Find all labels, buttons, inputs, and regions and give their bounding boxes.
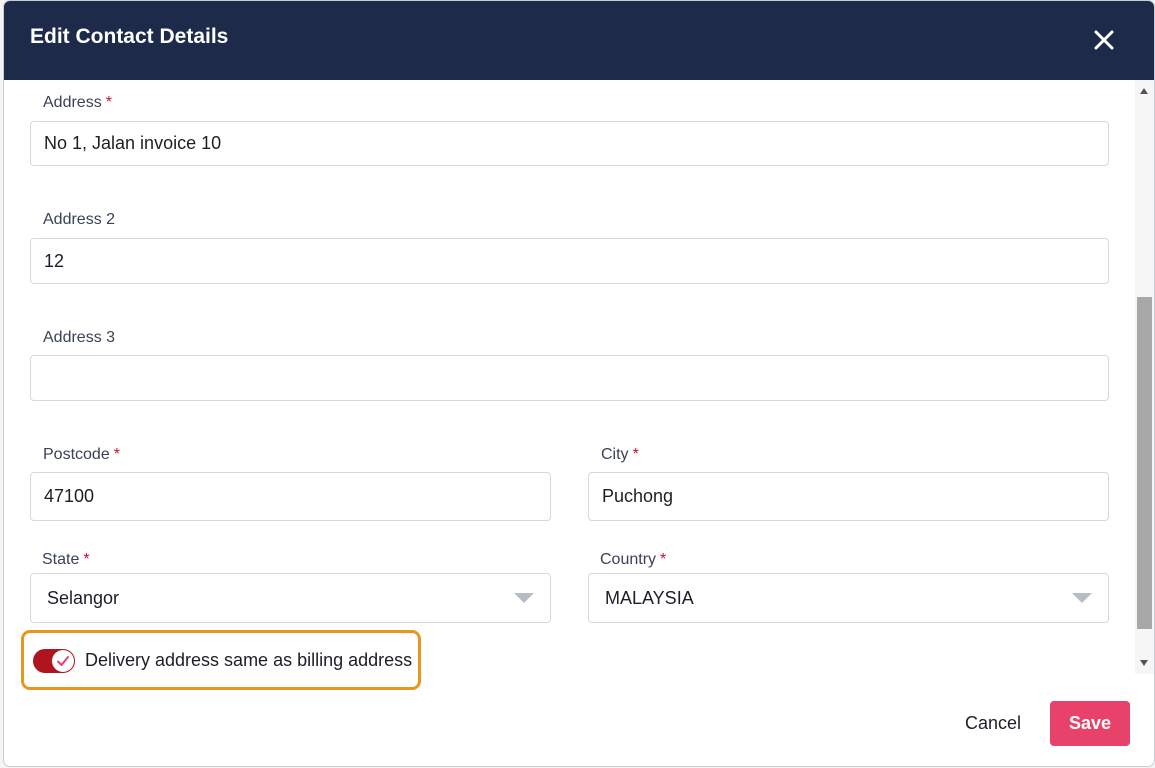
required-mark: * bbox=[632, 446, 639, 463]
address2-input[interactable]: 12 bbox=[30, 238, 1109, 284]
city-label: City * bbox=[601, 446, 639, 463]
country-select[interactable]: MALAYSIA bbox=[588, 573, 1109, 623]
dialog-header: Edit Contact Details bbox=[4, 1, 1154, 80]
scroll-down-arrow-icon[interactable] bbox=[1140, 660, 1148, 666]
required-mark: * bbox=[660, 551, 667, 568]
delivery-same-highlight: Delivery address same as billing address bbox=[21, 630, 421, 690]
scrollbar[interactable] bbox=[1135, 80, 1154, 674]
postcode-label: Postcode * bbox=[43, 446, 120, 463]
cancel-button[interactable]: Cancel bbox=[949, 701, 1037, 745]
city-value: Puchong bbox=[602, 486, 674, 506]
address-value: No 1, Jalan invoice 10 bbox=[44, 133, 222, 153]
close-icon bbox=[1094, 30, 1114, 50]
address-label: Address * bbox=[43, 94, 112, 111]
address3-label: Address 3 bbox=[43, 329, 116, 346]
dropdown-arrow-icon bbox=[1072, 593, 1092, 603]
edit-contact-dialog: Edit Contact Details Address * No 1, Jala… bbox=[4, 1, 1154, 766]
delivery-same-label: Delivery address same as billing address bbox=[85, 650, 413, 670]
close-button[interactable] bbox=[1087, 23, 1121, 57]
toggle-knob bbox=[52, 650, 74, 672]
dropdown-arrow-icon bbox=[514, 593, 534, 603]
country-value: MALAYSIA bbox=[605, 587, 694, 608]
city-input[interactable]: Puchong bbox=[588, 472, 1109, 521]
postcode-value: 47100 bbox=[44, 486, 95, 506]
required-mark: * bbox=[83, 551, 90, 568]
address3-input[interactable] bbox=[30, 355, 1109, 401]
address2-label: Address 2 bbox=[43, 211, 116, 228]
postcode-input[interactable]: 47100 bbox=[30, 472, 551, 521]
scroll-up-arrow-icon[interactable] bbox=[1140, 88, 1148, 94]
save-button[interactable]: Save bbox=[1050, 701, 1130, 746]
state-label: State * bbox=[42, 551, 90, 568]
state-select[interactable]: Selangor bbox=[30, 573, 551, 623]
country-label: Country * bbox=[600, 551, 667, 568]
required-mark: * bbox=[113, 446, 120, 463]
check-icon bbox=[57, 656, 69, 666]
state-value: Selangor bbox=[47, 587, 120, 608]
delivery-same-toggle[interactable] bbox=[33, 649, 75, 673]
scrollbar-thumb[interactable] bbox=[1137, 297, 1152, 629]
required-mark: * bbox=[105, 94, 112, 111]
address-input[interactable]: No 1, Jalan invoice 10 bbox=[30, 121, 1109, 166]
address2-value: 12 bbox=[44, 250, 65, 271]
dialog-title: Edit Contact Details bbox=[30, 25, 229, 48]
